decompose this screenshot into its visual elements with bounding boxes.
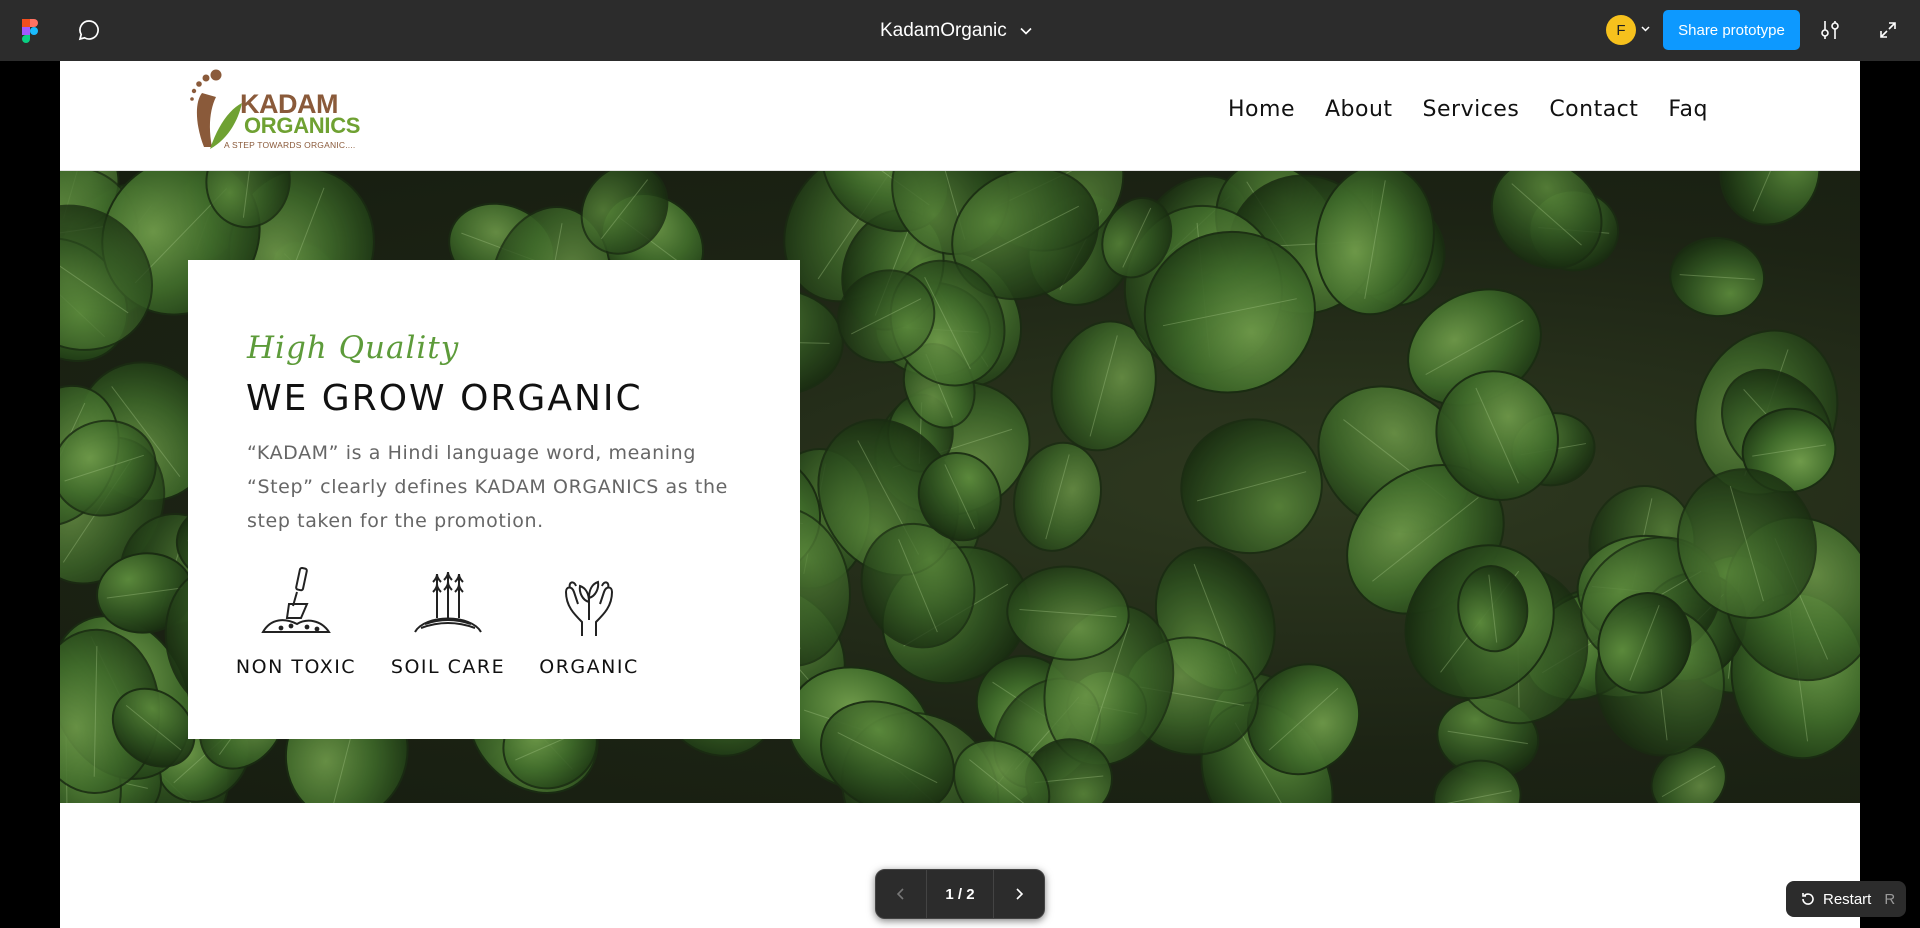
figma-toolbar: KadamOrganic F Share prototype: [0, 0, 1920, 61]
leaf-shape: [1490, 171, 1603, 270]
restart-label: Restart: [1823, 890, 1872, 908]
prototype-pager: 1 / 2: [875, 869, 1045, 919]
figma-logo-icon[interactable]: [22, 19, 38, 43]
user-avatar[interactable]: F: [1606, 15, 1636, 45]
main-nav: Home About Services Contact Faq: [1228, 97, 1708, 122]
shovel-soil-icon: [261, 566, 331, 633]
restart-button[interactable]: Restart R: [1786, 881, 1906, 917]
prototype-frame: KADAM ORGANICS A STEP TOWARDS ORGANIC...…: [60, 61, 1860, 928]
feature-label: ORGANIC: [539, 656, 639, 678]
file-title: KadamOrganic: [880, 20, 1007, 41]
logo-subtitle: ORGANICS: [244, 113, 361, 138]
hero-title: WE GROW ORGANIC: [246, 378, 643, 419]
file-title-dropdown[interactable]: KadamOrganic: [880, 18, 1033, 44]
feature-non-toxic: NON TOXIC: [226, 566, 366, 678]
hands-sprout-icon: [564, 580, 614, 636]
feature-label: SOIL CARE: [390, 656, 506, 678]
chevron-down-icon: [1020, 27, 1032, 35]
comment-icon[interactable]: [78, 19, 100, 41]
leaf-shape: [1719, 171, 1821, 226]
avatar-caret-icon[interactable]: [1641, 24, 1650, 33]
hero-kicker: High Quality: [247, 330, 460, 366]
chevron-right-icon: [1016, 888, 1024, 900]
hero-section: High Quality WE GROW ORGANIC “KADAM” is …: [60, 171, 1860, 803]
feature-organic: ORGANIC: [519, 566, 659, 678]
feature-label: NON TOXIC: [235, 656, 357, 678]
hero-card: High Quality WE GROW ORGANIC “KADAM” is …: [188, 260, 800, 739]
kadam-organics-logo[interactable]: KADAM ORGANICS A STEP TOWARDS ORGANIC...…: [188, 69, 360, 155]
share-prototype-button[interactable]: Share prototype: [1663, 10, 1800, 50]
nav-home[interactable]: Home: [1228, 97, 1295, 122]
page-indicator: 1 / 2: [926, 870, 994, 918]
site-header: KADAM ORGANICS A STEP TOWARDS ORGANIC...…: [60, 61, 1860, 171]
settings-sliders-icon[interactable]: [1819, 19, 1841, 41]
nav-faq[interactable]: Faq: [1668, 97, 1708, 122]
hero-description: “KADAM” is a Hindi language word, meanin…: [247, 442, 728, 532]
logo-tagline: A STEP TOWARDS ORGANIC....: [224, 140, 356, 150]
expand-icon[interactable]: [1879, 21, 1897, 39]
wheat-field-icon: [414, 571, 482, 633]
nav-contact[interactable]: Contact: [1549, 97, 1638, 122]
feature-soil-care: SOIL CARE: [378, 566, 518, 678]
chevron-left-icon: [896, 888, 904, 900]
previous-frame-button[interactable]: [876, 870, 926, 918]
nav-services[interactable]: Services: [1423, 97, 1520, 122]
restart-shortcut: R: [1884, 890, 1896, 908]
nav-about[interactable]: About: [1325, 97, 1393, 122]
restart-arrow-icon: [1802, 893, 1814, 905]
next-frame-button[interactable]: [994, 870, 1044, 918]
